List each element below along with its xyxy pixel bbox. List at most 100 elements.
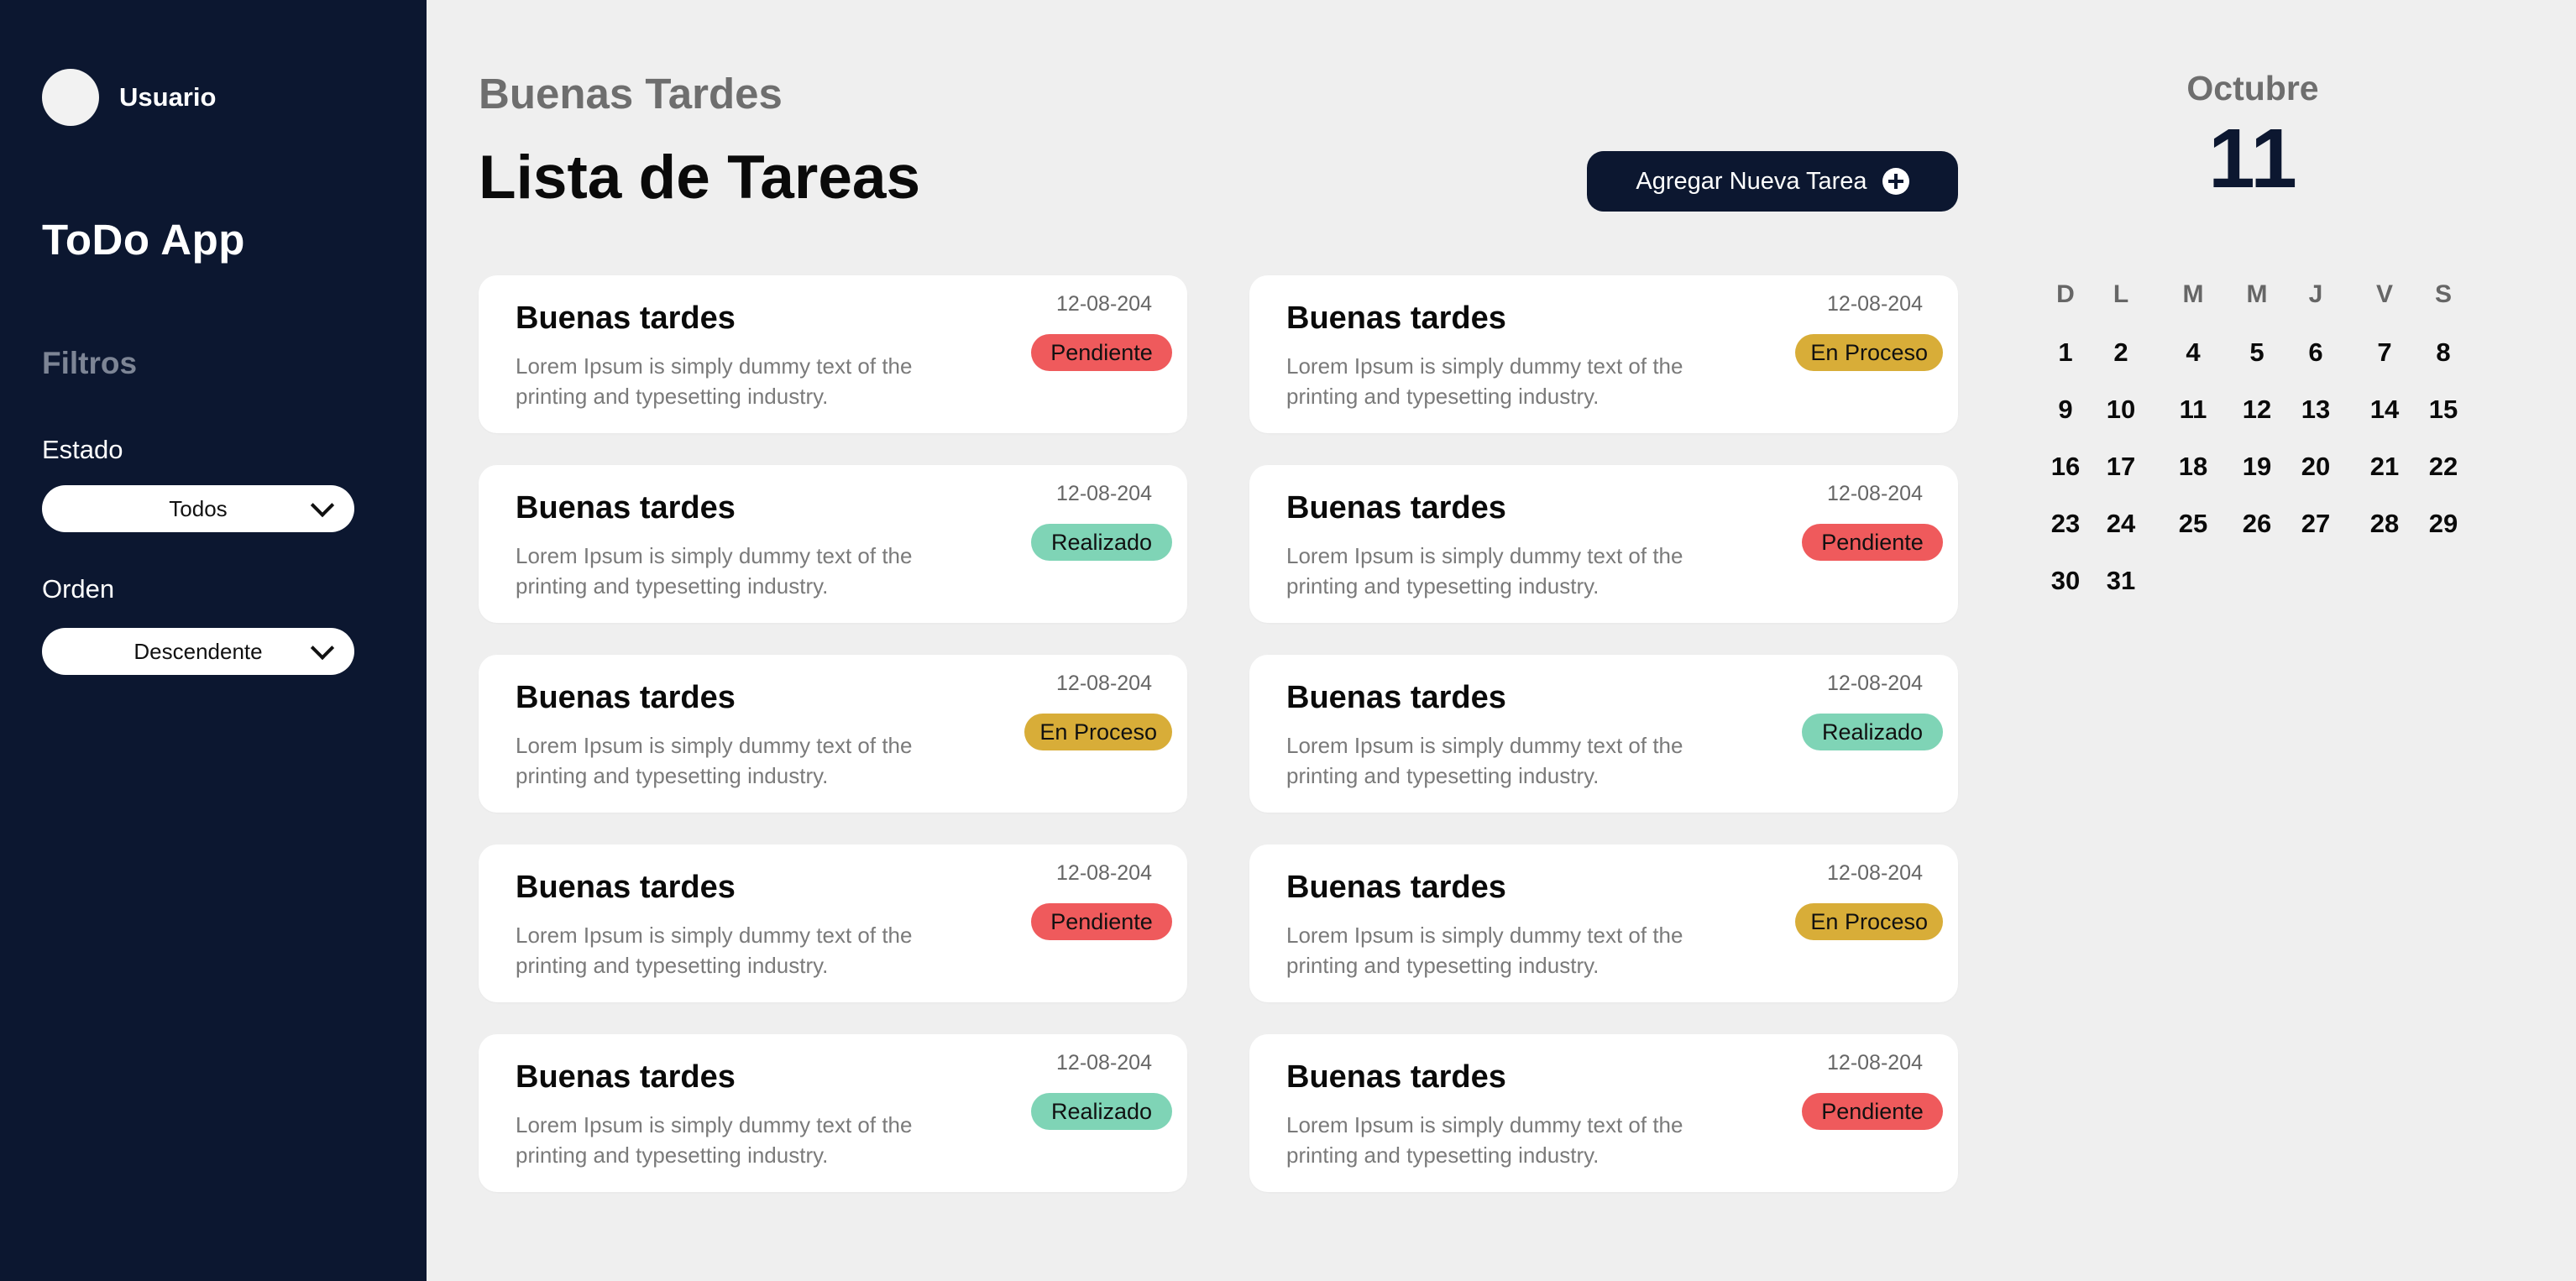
calendar-day[interactable]: 5 [2232, 337, 2282, 368]
calendar-day[interactable]: 10 [2096, 395, 2146, 425]
task-title: Buenas tardes [516, 870, 736, 905]
greeting: Buenas Tardes [479, 70, 783, 118]
status-badge[interactable]: Realizado [1031, 524, 1172, 561]
calendar-day[interactable]: 13 [2291, 395, 2341, 425]
task-card[interactable]: Buenas tardes Lorem Ipsum is simply dumm… [479, 844, 1187, 1002]
task-title: Buenas tardes [1286, 301, 1506, 336]
calendar-day[interactable]: 24 [2096, 509, 2146, 539]
task-card[interactable]: Buenas tardes Lorem Ipsum is simply dumm… [1249, 1034, 1958, 1192]
calendar-day[interactable]: 17 [2096, 452, 2146, 482]
calendar-day[interactable]: 25 [2168, 509, 2218, 539]
calendar-day[interactable]: 29 [2418, 509, 2469, 539]
status-badge[interactable]: Pendiente [1031, 903, 1172, 940]
task-description: Lorem Ipsum is simply dummy text of the … [1286, 733, 1683, 788]
calendar-weekday: M [2182, 280, 2204, 308]
status-badge[interactable]: Pendiente [1031, 334, 1172, 371]
calendar-day[interactable]: 7 [2359, 337, 2410, 368]
status-badge[interactable]: Realizado [1802, 714, 1943, 750]
add-task-button-label: Agregar Nueva Tarea [1636, 167, 1867, 195]
avatar[interactable] [42, 69, 99, 126]
calendar-day[interactable]: 21 [2359, 452, 2410, 482]
task-card[interactable]: Buenas tardes Lorem Ipsum is simply dumm… [1249, 465, 1958, 623]
plus-circle-icon [1882, 168, 1909, 195]
calendar-day[interactable]: 18 [2168, 452, 2218, 482]
task-description: Lorem Ipsum is simply dummy text of the … [516, 733, 913, 788]
calendar-day[interactable]: 2 [2096, 337, 2146, 368]
task-grid: Buenas tardes Lorem Ipsum is simply dumm… [479, 275, 1958, 1192]
task-title: Buenas tardes [1286, 680, 1506, 715]
status-badge[interactable]: En Proceso [1795, 334, 1943, 371]
page-title: Lista de Tareas [479, 144, 921, 212]
task-description: Lorem Ipsum is simply dummy text of the … [516, 543, 913, 599]
task-date: 12-08-204 [1827, 672, 1923, 695]
order-label: Orden [42, 574, 115, 604]
task-card[interactable]: Buenas tardes Lorem Ipsum is simply dumm… [1249, 844, 1958, 1002]
order-select[interactable]: Descendente [42, 628, 354, 675]
task-date: 12-08-204 [1827, 482, 1923, 505]
calendar-day[interactable]: 19 [2232, 452, 2282, 482]
chevron-down-icon [310, 635, 335, 661]
task-date: 12-08-204 [1056, 482, 1152, 505]
task-date: 12-08-204 [1827, 1051, 1923, 1074]
sidebar: Usuario ToDo App Filtros Estado Todos Or… [0, 0, 427, 1281]
task-card[interactable]: Buenas tardes Lorem Ipsum is simply dumm… [1249, 655, 1958, 813]
task-title: Buenas tardes [1286, 870, 1506, 905]
state-select[interactable]: Todos [42, 485, 354, 532]
status-badge[interactable]: Pendiente [1802, 524, 1943, 561]
status-badge[interactable]: En Proceso [1795, 903, 1943, 940]
calendar-day[interactable]: 28 [2359, 509, 2410, 539]
task-date: 12-08-204 [1056, 672, 1152, 695]
task-title: Buenas tardes [516, 301, 736, 336]
task-date: 12-08-204 [1827, 861, 1923, 885]
calendar-day[interactable]: 31 [2096, 566, 2146, 596]
task-card[interactable]: Buenas tardes Lorem Ipsum is simply dumm… [479, 1034, 1187, 1192]
calendar-day[interactable]: 8 [2418, 337, 2469, 368]
calendar-day[interactable]: 20 [2291, 452, 2341, 482]
calendar-day[interactable]: 12 [2232, 395, 2282, 425]
task-card[interactable]: Buenas tardes Lorem Ipsum is simply dumm… [479, 275, 1187, 433]
calendar-day[interactable]: 26 [2232, 509, 2282, 539]
calendar-month: Octubre [2186, 69, 2319, 107]
calendar-day[interactable]: 11 [2168, 395, 2218, 425]
task-title: Buenas tardes [516, 680, 736, 715]
task-title: Buenas tardes [1286, 490, 1506, 525]
task-title: Buenas tardes [1286, 1059, 1506, 1095]
calendar-current-day: 11 [2208, 112, 2297, 206]
calendar-day[interactable]: 22 [2418, 452, 2469, 482]
calendar-weekday: J [2308, 280, 2323, 308]
order-select-value: Descendente [134, 638, 263, 664]
status-badge[interactable]: Realizado [1031, 1093, 1172, 1130]
task-description: Lorem Ipsum is simply dummy text of the … [1286, 1112, 1683, 1168]
filters-title: Filtros [42, 346, 138, 380]
task-card[interactable]: Buenas tardes Lorem Ipsum is simply dumm… [479, 465, 1187, 623]
calendar-day[interactable]: 27 [2291, 509, 2341, 539]
task-description: Lorem Ipsum is simply dummy text of the … [1286, 923, 1683, 978]
user-name: Usuario [119, 82, 217, 112]
task-date: 12-08-204 [1827, 292, 1923, 316]
calendar-day[interactable]: 15 [2418, 395, 2469, 425]
task-description: Lorem Ipsum is simply dummy text of the … [516, 1112, 913, 1168]
calendar-day[interactable]: 1 [2040, 337, 2091, 368]
calendar-day[interactable]: 4 [2168, 337, 2218, 368]
calendar-day[interactable]: 9 [2040, 395, 2091, 425]
task-card[interactable]: Buenas tardes Lorem Ipsum is simply dumm… [479, 655, 1187, 813]
task-card[interactable]: Buenas tardes Lorem Ipsum is simply dumm… [1249, 275, 1958, 433]
calendar-day[interactable]: 23 [2040, 509, 2091, 539]
add-task-button[interactable]: Agregar Nueva Tarea [1587, 151, 1958, 212]
user-profile[interactable]: Usuario [42, 69, 216, 126]
calendar-day[interactable]: 16 [2040, 452, 2091, 482]
calendar-day[interactable]: 14 [2359, 395, 2410, 425]
status-badge[interactable]: Pendiente [1802, 1093, 1943, 1130]
calendar-weekday: S [2434, 280, 2452, 308]
task-description: Lorem Ipsum is simply dummy text of the … [516, 353, 913, 409]
task-date: 12-08-204 [1056, 861, 1152, 885]
chevron-down-icon [310, 493, 335, 518]
status-badge[interactable]: En Proceso [1024, 714, 1172, 750]
task-title: Buenas tardes [516, 1059, 736, 1095]
calendar-day[interactable]: 6 [2291, 337, 2341, 368]
calendar-weekday: L [2113, 280, 2129, 308]
calendar-day[interactable]: 30 [2040, 566, 2091, 596]
task-description: Lorem Ipsum is simply dummy text of the … [1286, 543, 1683, 599]
calendar-weekday: M [2246, 280, 2268, 308]
state-label: Estado [42, 435, 123, 464]
